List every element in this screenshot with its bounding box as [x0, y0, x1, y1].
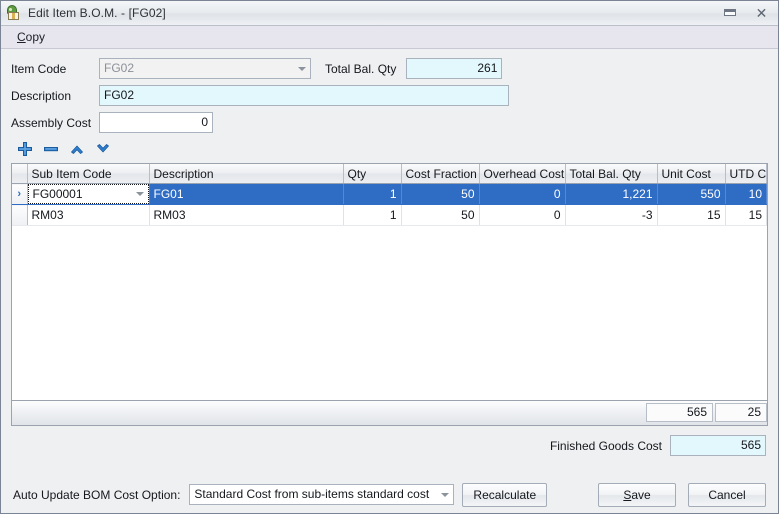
assembly-cost-row: Assembly Cost 0 [11, 111, 768, 134]
window-controls: ✕ [722, 1, 778, 25]
grid-empty-area[interactable] [12, 226, 767, 400]
column-header-total-bal-qty[interactable]: Total Bal. Qty [565, 164, 658, 184]
column-header-overhead-cost[interactable]: Overhead Cost [479, 164, 566, 184]
row-indicator [12, 204, 28, 226]
item-code-label: Item Code [11, 61, 67, 76]
item-code-row: Item Code FG02 Total Bal. Qty 261 [11, 57, 768, 80]
column-header-unit-cost[interactable]: Unit Cost [657, 164, 726, 184]
description-label: Description [11, 88, 72, 103]
column-header-utd-cost[interactable]: UTD Cost [725, 164, 767, 184]
auto-update-bom-cost-label: Auto Update BOM Cost Option: [13, 487, 181, 502]
item-code-combo[interactable]: FG02 [99, 58, 311, 79]
assembly-cost-field[interactable]: 0 [99, 112, 213, 133]
menu-item-copy[interactable]: Copy [11, 28, 51, 46]
auto-update-bom-cost-value[interactable]: Standard Cost from sub-items standard co… [189, 484, 455, 505]
row-indicator: › [12, 183, 28, 205]
column-header-sub-item-code[interactable]: Sub Item Code [27, 164, 150, 184]
summary-unit-cost: 565 [646, 403, 713, 422]
auto-update-bom-cost-select[interactable]: Standard Cost from sub-items standard co… [189, 484, 455, 505]
sub-item-code-editor[interactable]: FG00001 [27, 184, 148, 204]
grid-summary-footer: 565 25 [12, 400, 767, 425]
cell-overhead-cost[interactable]: 0 [479, 204, 566, 226]
column-header-qty[interactable]: Qty [343, 164, 402, 184]
cell-sub-item-code[interactable]: FG00001 [27, 183, 150, 205]
cell-qty[interactable]: 1 [343, 204, 402, 226]
move-down-button[interactable] [90, 138, 115, 159]
move-up-button[interactable] [64, 138, 89, 159]
finished-goods-cost-row: Finished Goods Cost 565 [1, 426, 778, 456]
table-row[interactable]: › FG00001 FG01 1 50 0 1,221 550 10 [12, 183, 767, 205]
chevron-up-icon [70, 145, 83, 154]
title-bar: Edit Item B.O.M. - [FG02] ✕ [1, 1, 778, 26]
grid-header-table: Sub Item Code Description Qty Cost Fract… [12, 164, 767, 226]
cell-description[interactable]: FG01 [149, 183, 344, 205]
column-header-cost-fraction[interactable]: Cost Fraction [401, 164, 480, 184]
form-area: Item Code FG02 Total Bal. Qty 261 Descri… [1, 49, 778, 159]
sub-item-code-value: FG00001 [32, 187, 83, 201]
cell-qty[interactable]: 1 [343, 183, 402, 205]
cell-utd-cost[interactable]: 15 [725, 204, 767, 226]
close-icon[interactable]: ✕ [753, 5, 770, 21]
total-bal-qty-label: Total Bal. Qty [325, 61, 397, 76]
column-header-description[interactable]: Description [149, 164, 344, 184]
chevron-down-icon [96, 143, 109, 152]
cell-unit-cost[interactable]: 550 [657, 183, 726, 205]
cell-total-bal-qty[interactable]: -3 [565, 204, 658, 226]
plus-icon [17, 141, 32, 156]
cell-total-bal-qty[interactable]: 1,221 [565, 183, 658, 205]
recalculate-button[interactable]: Recalculate [462, 482, 548, 507]
assembly-cost-label: Assembly Cost [11, 115, 92, 130]
edit-item-bom-window: Edit Item B.O.M. - [FG02] ✕ Copy Item Co… [0, 0, 779, 514]
item-code-value[interactable]: FG02 [99, 58, 311, 79]
bom-item-icon [6, 5, 22, 21]
finished-goods-cost-field[interactable]: 565 [670, 435, 766, 456]
cell-overhead-cost[interactable]: 0 [479, 183, 566, 205]
cell-description[interactable]: RM03 [149, 204, 344, 226]
menu-bar: Copy [1, 26, 778, 49]
total-bal-qty-field[interactable]: 261 [406, 58, 503, 79]
title-bar-drag-area[interactable] [166, 1, 722, 25]
finished-goods-cost-label: Finished Goods Cost [549, 438, 662, 453]
grid-header-row: Sub Item Code Description Qty Cost Fract… [12, 164, 767, 184]
bottom-action-bar: Auto Update BOM Cost Option: Standard Co… [1, 476, 778, 513]
row-indicator-header [12, 164, 28, 184]
chevron-down-icon [135, 192, 144, 196]
remove-row-button[interactable] [38, 138, 63, 159]
cell-cost-fraction[interactable]: 50 [401, 183, 480, 205]
grid-toolbar [11, 138, 768, 159]
add-row-button[interactable] [12, 138, 37, 159]
cell-unit-cost[interactable]: 15 [657, 204, 726, 226]
cell-cost-fraction[interactable]: 50 [401, 204, 480, 226]
description-row: Description FG02 [11, 84, 768, 107]
bom-items-grid[interactable]: Sub Item Code Description Qty Cost Fract… [11, 163, 768, 426]
description-field[interactable]: FG02 [99, 85, 509, 106]
summary-utd-cost: 25 [715, 403, 767, 422]
minus-icon [43, 146, 58, 151]
cell-utd-cost[interactable]: 10 [725, 183, 767, 205]
minimize-icon[interactable] [722, 6, 739, 21]
cancel-button[interactable]: Cancel [688, 482, 766, 507]
save-button[interactable]: Save [598, 482, 676, 507]
cell-sub-item-code[interactable]: RM03 [27, 204, 150, 226]
table-row[interactable]: RM03 RM03 1 50 0 -3 15 15 [12, 204, 767, 226]
window-title: Edit Item B.O.M. - [FG02] [28, 6, 166, 20]
